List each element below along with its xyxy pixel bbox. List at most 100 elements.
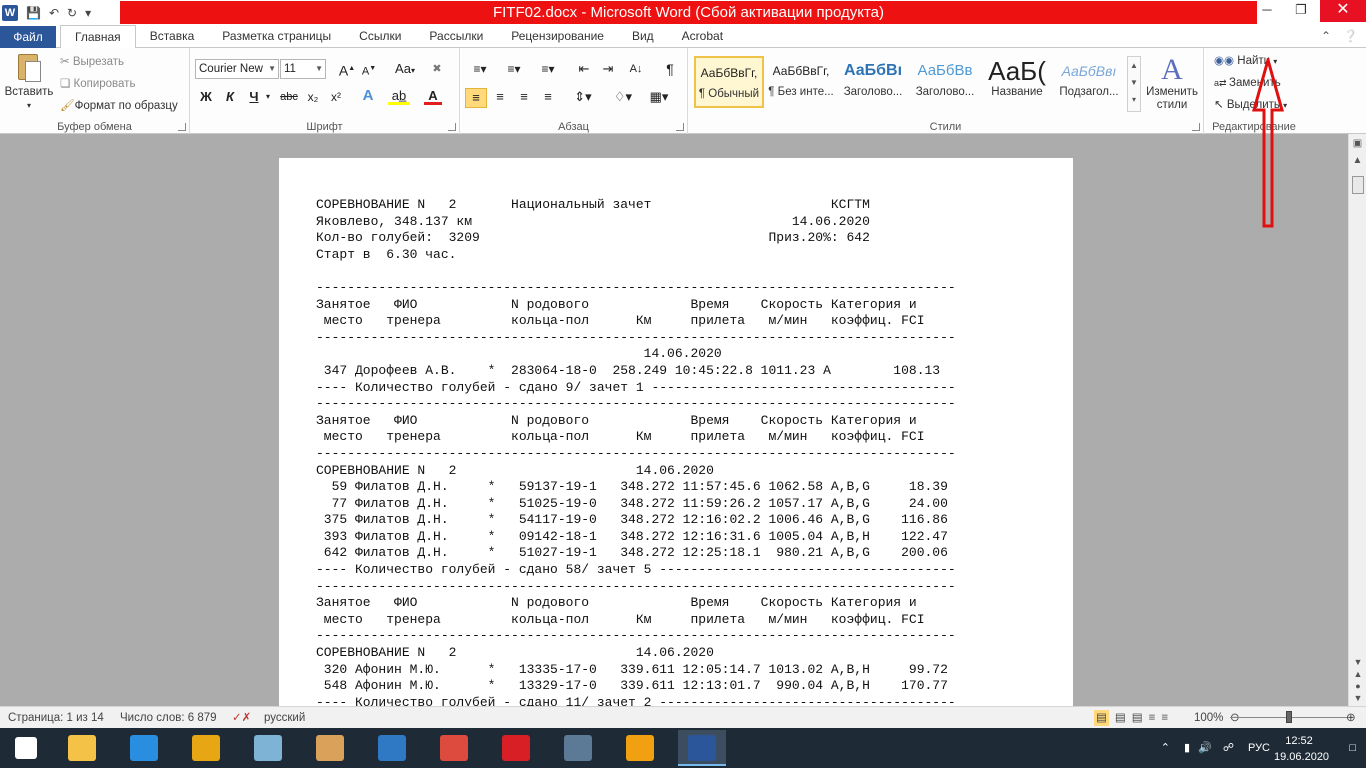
taskbar-start-button[interactable]: [2, 730, 50, 766]
minimize-button[interactable]: ─: [1252, 0, 1282, 22]
customize-qat-icon[interactable]: ▾: [85, 5, 91, 21]
language-tray[interactable]: РУС: [1248, 740, 1270, 756]
scroll-nav-icons[interactable]: ▼ ▲ ● ▼: [1349, 656, 1366, 704]
taskbar-opera-button[interactable]: [492, 730, 540, 766]
proofing-icon[interactable]: ✓✗: [232, 710, 251, 726]
style-item-0[interactable]: АаБбВвГг, ¶ Обычный: [694, 56, 764, 108]
multilevel-list-icon[interactable]: ≡▾: [536, 60, 560, 80]
tab-4[interactable]: Рассылки: [415, 25, 497, 48]
style-item-4[interactable]: АаБ(Название: [982, 56, 1052, 108]
increase-indent-icon[interactable]: ⇥: [598, 60, 618, 80]
taskbar-notepad-button[interactable]: [244, 730, 292, 766]
tab-5[interactable]: Рецензирование: [497, 25, 618, 48]
scroll-thumb[interactable]: [1352, 176, 1364, 194]
justify-icon[interactable]: ≡: [538, 88, 558, 108]
sort-icon[interactable]: A↓: [626, 60, 646, 80]
superscript-button[interactable]: x²: [327, 88, 345, 108]
clear-formatting-icon[interactable]: ✖: [428, 60, 446, 80]
styles-dialog-launcher[interactable]: [1192, 123, 1200, 131]
highlight-button[interactable]: ab̲: [388, 87, 410, 107]
word-count[interactable]: Число слов: 6 879: [120, 710, 217, 726]
taskbar-paint-button[interactable]: [306, 730, 354, 766]
pilcrow-icon[interactable]: ¶: [660, 60, 680, 80]
outline-icon[interactable]: ≡: [1149, 710, 1156, 726]
tab-file[interactable]: Файл: [0, 26, 56, 48]
clipboard-dialog-launcher[interactable]: [178, 123, 186, 131]
zoom-slider-thumb[interactable]: [1286, 711, 1292, 723]
text-effects-icon[interactable]: A: [358, 87, 378, 107]
align-left-icon[interactable]: ≡: [465, 88, 487, 108]
undo-icon[interactable]: ↶: [49, 5, 59, 21]
style-item-3[interactable]: АаБбВв Заголово...: [910, 56, 980, 108]
scroll-up-icon[interactable]: ▲: [1351, 154, 1365, 168]
taskbar-media-player-button[interactable]: [120, 730, 168, 766]
style-item-1[interactable]: АаБбВвГг, ¶ Без инте...: [766, 56, 836, 108]
tab-0[interactable]: Главная: [60, 25, 136, 49]
taskbar-fl-studio-button[interactable]: [182, 730, 230, 766]
zoom-level[interactable]: 100%: [1194, 710, 1223, 726]
font-size-combo[interactable]: 11 ▼: [280, 59, 326, 79]
vertical-scrollbar[interactable]: ▣ ▲ ▼ ▲ ● ▼: [1348, 134, 1366, 706]
taskbar-file-explorer-button[interactable]: [58, 730, 106, 766]
help-icon[interactable]: ❔: [1343, 29, 1358, 43]
page-count[interactable]: Страница: 1 из 14: [8, 710, 104, 726]
save-icon[interactable]: 💾: [26, 5, 41, 21]
print-layout-icon[interactable]: ▤: [1094, 710, 1109, 726]
chevron-down-icon[interactable]: ▾: [264, 88, 272, 108]
italic-button[interactable]: К: [222, 88, 238, 108]
taskbar-word-button[interactable]: [678, 730, 726, 766]
change-styles-button[interactable]: A Изменить стили: [1144, 54, 1200, 112]
tray-chevron-icon[interactable]: ⌃: [1161, 740, 1170, 756]
styles-scroll[interactable]: ▲ ▼ ▾: [1127, 56, 1141, 112]
taskbar-calculator-button[interactable]: [554, 730, 602, 766]
tab-3[interactable]: Ссылки: [345, 25, 415, 48]
format-painter-button[interactable]: 🖌Формат по образцу: [60, 98, 178, 114]
subscript-button[interactable]: x₂: [304, 88, 322, 108]
tab-1[interactable]: Вставка: [136, 25, 209, 48]
font-color-button[interactable]: A: [424, 87, 442, 107]
taskbar-t-app-button[interactable]: [616, 730, 664, 766]
font-dialog-launcher[interactable]: [448, 123, 456, 131]
taskbar-chrome-button[interactable]: [430, 730, 478, 766]
restore-button[interactable]: ❐: [1286, 0, 1316, 22]
tab-7[interactable]: Acrobat: [668, 25, 737, 48]
notifications-icon[interactable]: □: [1349, 740, 1356, 756]
zoom-out-icon[interactable]: ⊖: [1230, 710, 1240, 726]
collapse-ribbon-icon[interactable]: ⌃: [1321, 29, 1331, 43]
cut-button[interactable]: ✂ Вырезать: [60, 54, 124, 70]
change-case-button[interactable]: Aa▾: [392, 60, 418, 80]
paste-button[interactable]: Вставить ▾: [4, 52, 54, 112]
copy-button[interactable]: ❏ Копировать: [60, 76, 135, 92]
redo-icon[interactable]: ↻: [67, 5, 77, 21]
numbering-icon[interactable]: ≡▾: [502, 60, 526, 80]
line-spacing-icon[interactable]: ⇕▾: [570, 88, 596, 108]
language-indicator[interactable]: русский: [264, 710, 305, 726]
shading-icon[interactable]: ♢▾: [610, 88, 636, 108]
decrease-indent-icon[interactable]: ⇤: [574, 60, 594, 80]
font-family-combo[interactable]: Courier New ▼: [195, 59, 279, 79]
draft-icon[interactable]: ≡: [1161, 710, 1168, 726]
paragraph-dialog-launcher[interactable]: [676, 123, 684, 131]
grow-font-button[interactable]: A▲: [338, 60, 356, 80]
clock[interactable]: 12:52 19.06.2020: [1274, 733, 1329, 765]
align-center-icon[interactable]: ≡: [490, 88, 510, 108]
network-icon[interactable]: ☍: [1223, 740, 1234, 756]
word-app-icon[interactable]: W: [2, 4, 18, 21]
tab-6[interactable]: Вид: [618, 25, 668, 48]
bold-button[interactable]: Ж: [198, 88, 214, 108]
shrink-font-button[interactable]: A▼: [360, 60, 378, 80]
web-layout-icon[interactable]: ▤: [1132, 710, 1143, 726]
close-button[interactable]: ✕: [1320, 0, 1366, 22]
strikethrough-button[interactable]: abc: [278, 88, 300, 108]
zoom-in-icon[interactable]: ⊕: [1346, 710, 1356, 726]
align-right-icon[interactable]: ≡: [514, 88, 534, 108]
taskbar-thunderbird-button[interactable]: [368, 730, 416, 766]
ruler-toggle-icon[interactable]: ▣: [1351, 137, 1365, 151]
usb-icon[interactable]: ▮: [1184, 740, 1190, 756]
style-item-5[interactable]: АаБбВвı Подзагол...: [1054, 56, 1124, 108]
style-item-2[interactable]: АаБбВı Заголово...: [838, 56, 908, 108]
borders-icon[interactable]: ▦▾: [646, 88, 672, 108]
document-text[interactable]: СОРЕВНОВАНИЕ N 2 Национальный зачет КСГТ…: [316, 197, 956, 706]
tab-2[interactable]: Разметка страницы: [208, 25, 345, 48]
bullets-icon[interactable]: ≡▾: [468, 60, 492, 80]
